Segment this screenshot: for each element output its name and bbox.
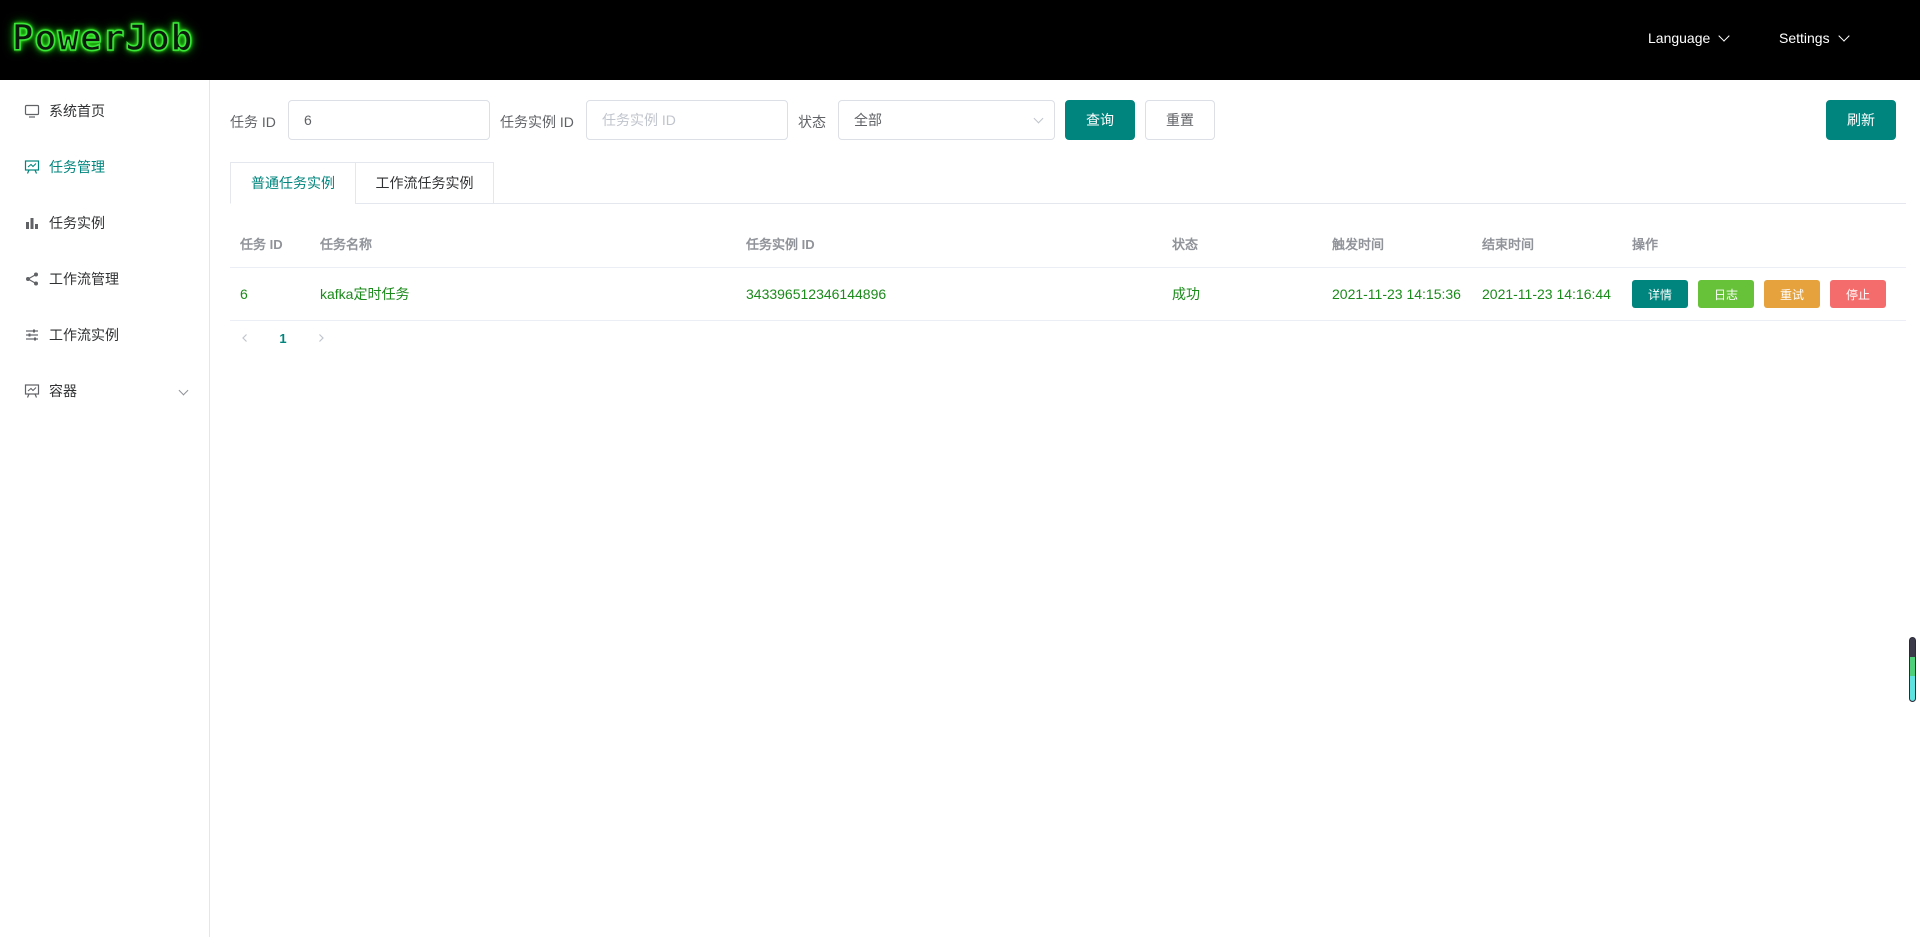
top-header: PowerJob Language Settings (0, 0, 1920, 80)
prev-page-button[interactable] (230, 324, 260, 352)
cell-task-id: 6 (240, 286, 248, 302)
column-header: 任务实例 ID (746, 237, 815, 252)
cell-task-name: kafka定时任务 (320, 286, 410, 302)
task-id-label: 任务 ID (230, 114, 276, 130)
sliders-icon (24, 327, 40, 343)
cell-trigger-time: 2021-11-23 14:15:36 (1332, 286, 1461, 302)
sidebar: 系统首页 任务管理 任务实例 工作流管理 工作流实例 容器 (0, 80, 210, 937)
status-label: 状态 (798, 114, 826, 130)
stop-button[interactable]: 停止 (1830, 280, 1886, 308)
task-id-input[interactable] (288, 100, 490, 140)
status-select[interactable]: 全部 (838, 100, 1055, 140)
language-menu[interactable]: Language (1648, 29, 1730, 46)
sidebar-item-home[interactable]: 系统首页 (0, 83, 209, 139)
next-page-button[interactable] (306, 324, 336, 352)
chevron-down-icon (1033, 113, 1044, 124)
instance-id-label: 任务实例 ID (500, 114, 574, 130)
sidebar-item-task-instance[interactable]: 任务实例 (0, 195, 209, 251)
presentation-board-icon (24, 383, 40, 399)
sidebar-item-label: 工作流实例 (49, 327, 119, 343)
tab-workflow-instances[interactable]: 工作流任务实例 (355, 162, 494, 204)
sidebar-item-workflow-management[interactable]: 工作流管理 (0, 251, 209, 307)
table-row: 6 kafka定时任务 343396512346144896 成功 2021-1… (230, 268, 1906, 321)
column-header: 结束时间 (1482, 237, 1535, 252)
reset-button[interactable]: 重置 (1145, 100, 1215, 140)
settings-menu[interactable]: Settings (1779, 29, 1850, 46)
chevron-down-icon (1837, 29, 1850, 42)
table-header-row: 任务 ID 任务名称 任务实例 ID 状态 触发时间 结束时间 操作 (230, 220, 1906, 268)
pagination: 1 (230, 324, 336, 352)
monitor-icon (24, 103, 40, 119)
tab-normal-instances[interactable]: 普通任务实例 (230, 162, 356, 204)
presentation-board-icon (24, 159, 40, 175)
share-icon (24, 271, 40, 287)
powerjob-logo[interactable]: PowerJob (11, 17, 193, 60)
scroll-indicator[interactable] (1909, 637, 1916, 702)
chevron-left-icon (242, 334, 247, 342)
column-header: 任务名称 (320, 237, 373, 252)
instance-id-input[interactable] (586, 100, 788, 140)
main-content: 任务 ID 任务实例 ID 状态 全部 查询 重置 刷新 普通任务实例 工作流任… (210, 80, 1920, 937)
sidebar-item-label: 系统首页 (49, 103, 105, 119)
page-number[interactable]: 1 (268, 324, 298, 352)
query-button[interactable]: 查询 (1065, 100, 1135, 140)
cell-instance-id: 343396512346144896 (746, 286, 887, 302)
sidebar-item-label: 任务管理 (49, 159, 105, 175)
chevron-down-icon (178, 385, 189, 396)
cell-status: 成功 (1172, 286, 1200, 302)
column-header: 操作 (1632, 237, 1659, 252)
sidebar-item-label: 工作流管理 (49, 271, 119, 287)
sidebar-item-task-management[interactable]: 任务管理 (0, 139, 209, 195)
log-button[interactable]: 日志 (1698, 280, 1754, 308)
column-header: 触发时间 (1332, 237, 1385, 252)
sidebar-item-container[interactable]: 容器 (0, 363, 209, 419)
chevron-down-icon (1718, 29, 1730, 42)
cell-actions: 详情 日志 重试 停止 (1632, 268, 1896, 320)
language-label: Language (1648, 30, 1711, 46)
sidebar-item-label: 容器 (49, 383, 77, 399)
bar-chart-icon (24, 215, 40, 231)
column-header: 任务 ID (240, 237, 283, 252)
settings-label: Settings (1779, 30, 1830, 46)
chevron-right-icon (319, 334, 324, 342)
status-select-value: 全部 (854, 112, 882, 128)
instance-tabs: 普通任务实例 工作流任务实例 (230, 162, 1906, 204)
detail-button[interactable]: 详情 (1632, 280, 1688, 308)
refresh-button[interactable]: 刷新 (1826, 100, 1896, 140)
instance-table: 任务 ID 任务名称 任务实例 ID 状态 触发时间 结束时间 操作 6 kaf… (230, 220, 1906, 321)
cell-end-time: 2021-11-23 14:16:44 (1482, 286, 1611, 302)
retry-button[interactable]: 重试 (1764, 280, 1820, 308)
sidebar-item-workflow-instance[interactable]: 工作流实例 (0, 307, 209, 363)
column-header: 状态 (1172, 237, 1199, 252)
sidebar-item-label: 任务实例 (49, 215, 105, 231)
